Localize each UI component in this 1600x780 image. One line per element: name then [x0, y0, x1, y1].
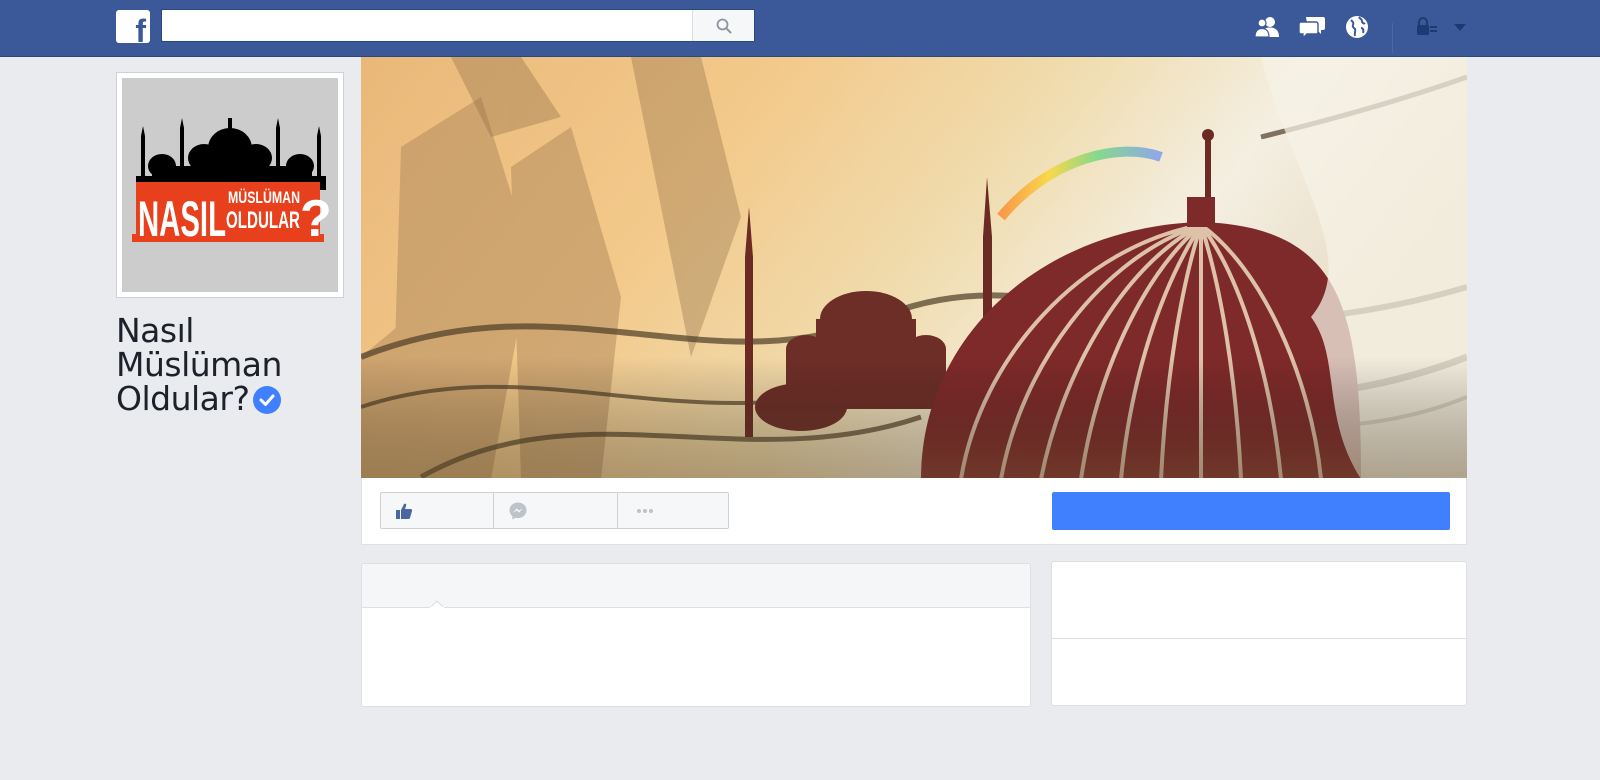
top-navigation-bar: f	[0, 0, 1600, 57]
account-dropdown-icon[interactable]	[1445, 13, 1475, 41]
call-to-action-button[interactable]	[1052, 492, 1450, 530]
sidebar-card	[1051, 561, 1467, 706]
like-button[interactable]	[381, 493, 494, 528]
page-action-bar	[361, 478, 1467, 545]
more-dots-icon	[637, 508, 653, 513]
notifications-globe-icon[interactable]	[1342, 13, 1372, 41]
verified-badge-icon	[253, 386, 282, 414]
cover-photo[interactable]	[361, 57, 1467, 479]
header-divider	[1392, 23, 1393, 53]
post-composer[interactable]	[361, 563, 1031, 707]
logo-text-mark: ?	[300, 190, 332, 248]
profile-picture-frame[interactable]: NASIL MÜSLÜMAN OLDULAR ?	[116, 72, 344, 298]
composer-notch-pointer	[430, 600, 444, 608]
logo-text-top: MÜSLÜMAN	[228, 188, 300, 207]
messenger-icon	[509, 502, 527, 519]
logo-text-main: NASIL	[138, 191, 226, 247]
friends-icon[interactable]	[1252, 13, 1282, 41]
profile-picture-logo: NASIL MÜSLÜMAN OLDULAR ?	[122, 78, 338, 292]
page-title: Nasıl Müslüman Oldular?	[116, 314, 356, 416]
header-icon-group	[0, 13, 1600, 53]
messages-icon[interactable]	[1297, 13, 1327, 41]
privacy-lock-icon[interactable]	[1412, 13, 1442, 41]
like-thumb-icon	[396, 503, 413, 519]
composer-header	[362, 564, 1030, 608]
message-button[interactable]	[494, 493, 618, 528]
more-button[interactable]	[618, 493, 728, 528]
sidebar-card-divider	[1052, 638, 1466, 639]
logo-text-sub: OLDULAR	[226, 207, 300, 234]
composer-body[interactable]	[362, 608, 1030, 706]
page-action-buttons	[380, 492, 729, 529]
